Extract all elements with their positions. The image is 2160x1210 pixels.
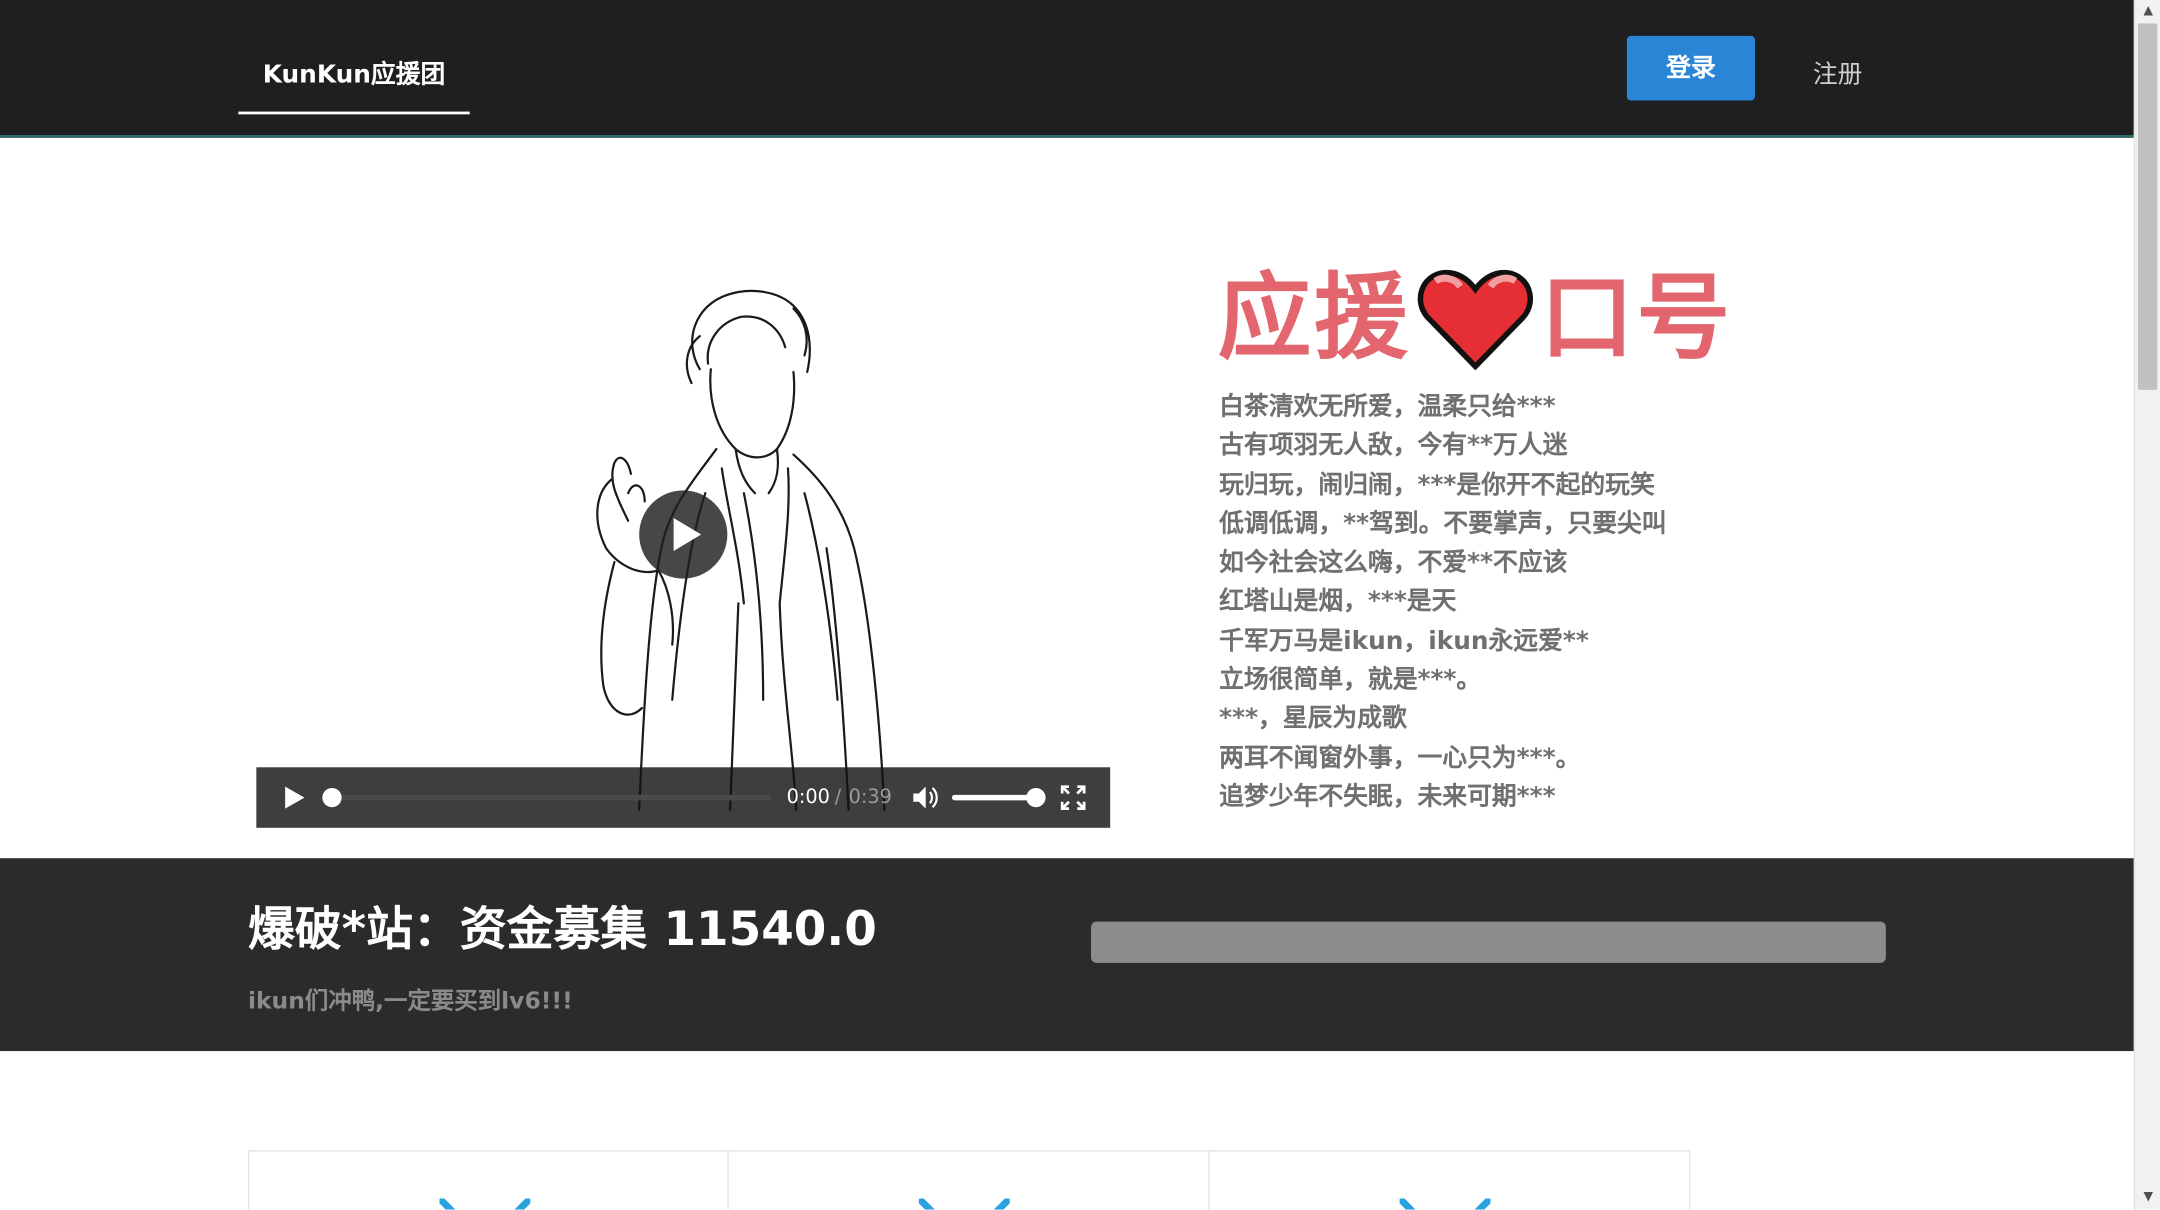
slogan-line: 立场很简单，就是***。 [1219, 665, 1482, 695]
big-play-button[interactable] [639, 490, 728, 579]
time-separator: / [834, 786, 842, 809]
scroll-thumb[interactable] [2137, 23, 2158, 390]
slogan-title-right: 口号 [1540, 264, 1734, 374]
slogan-line: 红塔山是烟，***是天 [1219, 587, 1457, 617]
fullscreen-icon[interactable] [1060, 785, 1086, 810]
video-controls: 0:00 / 0:39 [256, 767, 1111, 828]
slogan-line: 千军万马是ikun，ikun永远爱** [1219, 626, 1589, 656]
slogan-line: 如今社会这么嗨，不爱**不应该 [1219, 548, 1568, 578]
feature-card[interactable] [247, 1150, 729, 1210]
slogan-title-left: 应援 [1217, 264, 1411, 374]
funding-progress-bar [1091, 921, 1886, 963]
top-navbar: KunKun应援团 登录 注册 [0, 0, 2134, 138]
login-button[interactable]: 登录 [1626, 35, 1755, 101]
scroll-down-icon[interactable]: ▼ [2135, 1186, 2160, 1209]
scroll-up-icon[interactable]: ▲ [2135, 0, 2160, 23]
funding-section: 爆破*站：资金募集 11540.0 ikun们冲鸭,一定要买到lv6!!! [0, 858, 2134, 1052]
feature-card[interactable] [728, 1150, 1210, 1210]
slogan-list: 白茶清欢无所爱，温柔只给*** 古有项羽无人敌，今有**万人迷 玩归玩，闹归闹，… [1219, 388, 1798, 817]
slogan-line: 古有项羽无人敌，今有**万人迷 [1219, 431, 1568, 461]
slogan-line: 追梦少年不失眠，未来可期*** [1219, 782, 1556, 812]
feature-card[interactable] [1209, 1150, 1691, 1210]
volume-icon[interactable] [911, 785, 939, 810]
video-player[interactable]: 0:00 / 0:39 [256, 269, 1111, 828]
card-icon [439, 1198, 531, 1210]
play-icon[interactable] [284, 786, 306, 809]
funding-subtitle: ikun们冲鸭,一定要买到lv6!!! [247, 987, 573, 1016]
volume-slider[interactable] [951, 787, 1046, 808]
feature-cards [247, 1150, 1691, 1210]
slogan-line: 低调低调，**驾到。不要掌声，只要尖叫 [1219, 509, 1667, 539]
progress-knob[interactable] [322, 787, 342, 808]
slogan-line: 玩归玩，闹归闹，***是你开不起的玩笑 [1219, 470, 1655, 500]
card-icon [1399, 1198, 1491, 1210]
page-scrollbar[interactable]: ▲ ▼ [2133, 0, 2160, 1210]
volume-knob[interactable] [1026, 787, 1046, 808]
slogan-line: ***，星辰为成歌 [1219, 704, 1407, 734]
progress-slider[interactable] [322, 787, 772, 808]
register-link[interactable]: 注册 [1813, 58, 1863, 94]
idol-sketch-image [596, 289, 886, 812]
duration: 0:39 [848, 786, 892, 809]
slogan-line: 两耳不闻窗外事，一心只为***。 [1219, 743, 1581, 773]
brand-link[interactable]: KunKun应援团 [238, 52, 470, 115]
current-time: 0:00 [786, 786, 830, 809]
page: KunKun应援团 登录 注册 0:00 / 0:39 应援 口号 白茶清欢无所… [0, 0, 2160, 1210]
heart-icon [1417, 269, 1534, 371]
slogan-title: 应援 口号 [1218, 264, 1733, 374]
funding-title: 爆破*站：资金募集 11540.0 [247, 902, 877, 958]
card-icon [918, 1198, 1010, 1210]
slogan-line: 白茶清欢无所爱，温柔只给*** [1219, 392, 1556, 422]
